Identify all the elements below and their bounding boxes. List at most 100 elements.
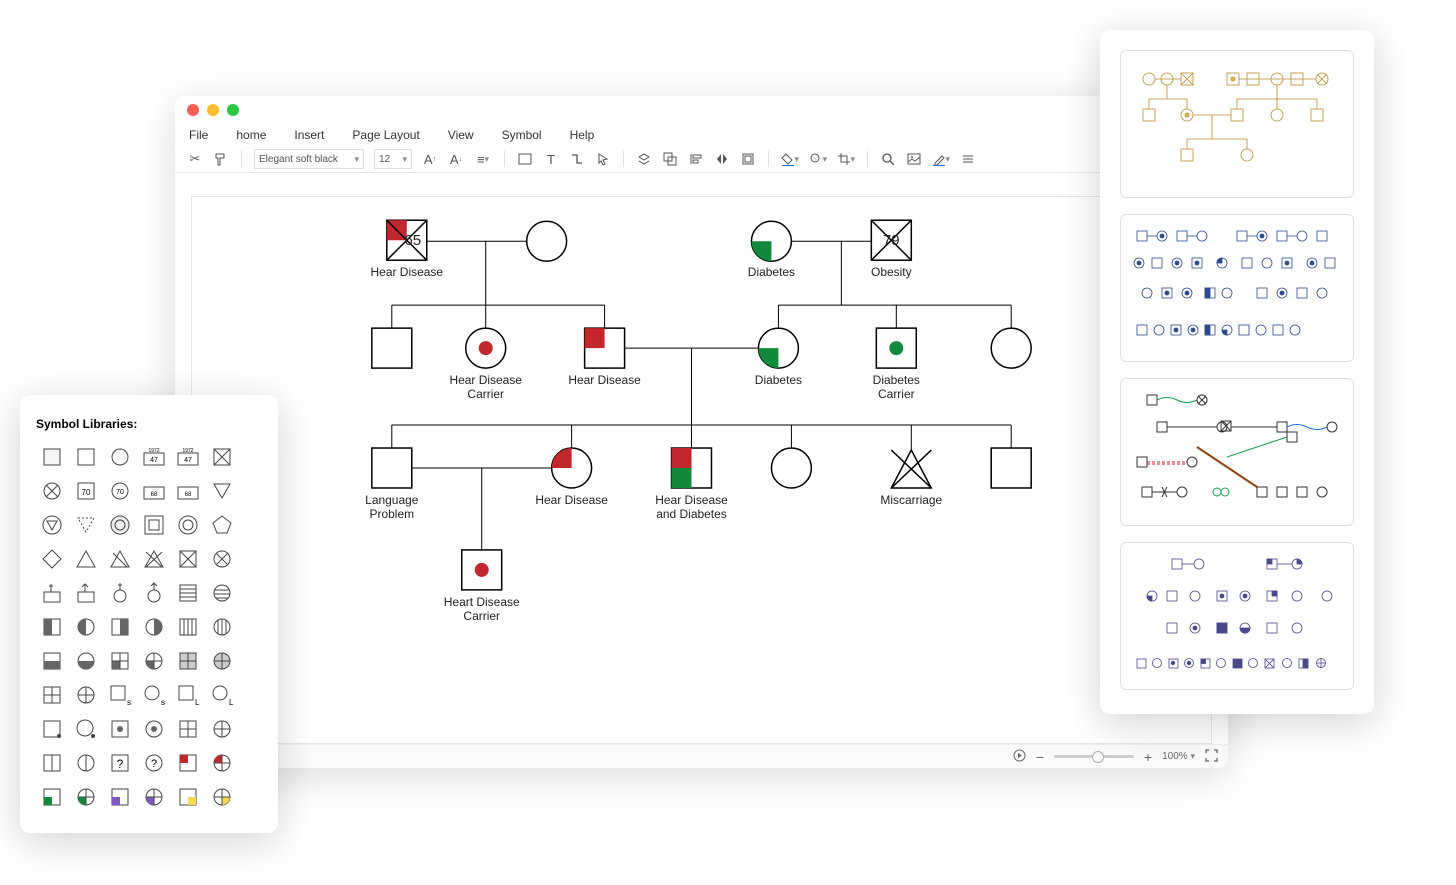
symbol-hatch-sq-2[interactable]: [172, 611, 204, 643]
menu-file[interactable]: File: [189, 128, 208, 142]
symbol-half-sq-l[interactable]: [36, 611, 68, 643]
search-icon[interactable]: [880, 151, 896, 167]
flip-icon[interactable]: [714, 151, 730, 167]
node-hear-disease-carrier-1[interactable]: Hear Disease Carrier: [449, 328, 522, 401]
layers-icon[interactable]: [636, 151, 652, 167]
pen-color-icon[interactable]: ▾: [932, 151, 950, 167]
symbol-sq-arrow-a[interactable]: [36, 577, 68, 609]
cut-icon[interactable]: ✂: [187, 151, 203, 167]
node-hear-disease-2[interactable]: Hear Disease: [568, 328, 641, 387]
symbol-half-sq-r[interactable]: [104, 611, 136, 643]
symbol-half-sq-b[interactable]: [36, 645, 68, 677]
node-obesity-79[interactable]: 79 Obesity: [871, 220, 912, 279]
fullscreen-icon[interactable]: [1205, 749, 1218, 765]
fill-color-icon[interactable]: ▾: [781, 151, 799, 167]
symbol-yellow-br-sq[interactable]: [172, 781, 204, 813]
symbol-double-circle-2[interactable]: [172, 509, 204, 541]
symbol-green-bl-c[interactable]: [70, 781, 102, 813]
menu-page-layout[interactable]: Page Layout: [352, 128, 419, 142]
symbol-green-bl-sq[interactable]: [36, 781, 68, 813]
node-female-3[interactable]: [771, 448, 811, 488]
symbol-window[interactable]: [172, 713, 204, 745]
align-icon[interactable]: ≡ ▾: [474, 151, 492, 167]
symbol-question-c[interactable]: ?: [138, 747, 170, 779]
symbol-c-dot[interactable]: [70, 713, 102, 745]
image-icon[interactable]: [906, 151, 922, 167]
node-male-2a[interactable]: [372, 328, 412, 368]
menu-view[interactable]: View: [448, 128, 474, 142]
symbol-hatch-c[interactable]: [206, 577, 238, 609]
group-icon[interactable]: [662, 151, 678, 167]
symbol-male[interactable]: [36, 441, 68, 473]
symbol-double-circle[interactable]: [104, 509, 136, 541]
text-tool-icon[interactable]: T: [543, 151, 559, 167]
symbol-red-tl-sq[interactable]: [172, 747, 204, 779]
symbol-hatch-c-2[interactable]: [206, 611, 238, 643]
format-painter-icon[interactable]: [213, 151, 229, 167]
symbol-purple-bl-c[interactable]: [138, 781, 170, 813]
symbol-vsplit-sq[interactable]: [36, 747, 68, 779]
zoom-value[interactable]: 100% ▾: [1162, 751, 1195, 762]
symbol-date-47b[interactable]: 197247: [172, 441, 204, 473]
symbol-carrier-c[interactable]: [138, 713, 170, 745]
symbol-pie-4[interactable]: [206, 713, 238, 745]
rectangle-tool-icon[interactable]: [517, 151, 533, 167]
close-button[interactable]: [187, 104, 199, 116]
template-4[interactable]: [1120, 542, 1354, 690]
symbol-male-outline[interactable]: [70, 441, 102, 473]
symbol-red-tl-c[interactable]: [206, 747, 238, 779]
menu-help[interactable]: Help: [570, 128, 595, 142]
symbol-question-sq[interactable]: ?: [104, 747, 136, 779]
symbol-hatch-sq[interactable]: [172, 577, 204, 609]
symbol-date-68a[interactable]: 68: [138, 475, 170, 507]
symbol-tri-in-circle[interactable]: [36, 509, 68, 541]
symbol-sq-arrow-b[interactable]: [70, 577, 102, 609]
symbol-sq-s[interactable]: s: [104, 679, 136, 711]
symbol-triangle-slash[interactable]: [104, 543, 136, 575]
connector-tool-icon[interactable]: [569, 151, 585, 167]
font-increase-icon[interactable]: A↑: [422, 151, 438, 167]
symbol-triangle-x[interactable]: [138, 543, 170, 575]
symbol-triangle-down[interactable]: [206, 475, 238, 507]
symbol-double-square[interactable]: [138, 509, 170, 541]
symbol-deceased-x[interactable]: [206, 441, 238, 473]
menu-home[interactable]: home: [236, 128, 266, 142]
zoom-slider[interactable]: [1054, 755, 1134, 758]
symbol-cross-c[interactable]: [70, 679, 102, 711]
node-hear-disease-3[interactable]: Hear Disease: [535, 448, 608, 507]
symbol-tri-dashed[interactable]: [70, 509, 102, 541]
symbol-diamond[interactable]: [36, 543, 68, 575]
template-2[interactable]: [1120, 214, 1354, 362]
symbol-circle-x-2[interactable]: [206, 543, 238, 575]
crop-icon[interactable]: ▾: [837, 151, 855, 167]
node-female-2b[interactable]: [991, 328, 1031, 368]
symbol-yellow-br-c[interactable]: [206, 781, 238, 813]
node-male-3b[interactable]: [991, 448, 1031, 488]
zoom-out-icon[interactable]: −: [1036, 749, 1044, 765]
menu-symbol[interactable]: Symbol: [502, 128, 542, 142]
maximize-button[interactable]: [227, 104, 239, 116]
font-decrease-icon[interactable]: A↓: [448, 151, 464, 167]
minimize-button[interactable]: [207, 104, 219, 116]
symbol-quad-sq-bl[interactable]: [104, 645, 136, 677]
node-diabetes-2[interactable]: Diabetes: [755, 328, 802, 387]
node-heart-disease-carrier[interactable]: Heart Disease Carrier: [444, 550, 520, 623]
symbol-purple-bl-sq[interactable]: [104, 781, 136, 813]
frame-icon[interactable]: [740, 151, 756, 167]
play-icon[interactable]: [1013, 749, 1026, 765]
symbol-age-70-c[interactable]: 70: [104, 475, 136, 507]
symbol-sq-l[interactable]: L: [172, 679, 204, 711]
pointer-tool-icon[interactable]: [595, 151, 611, 167]
zoom-in-icon[interactable]: +: [1144, 749, 1152, 765]
node-language-problem[interactable]: Language Problem: [365, 448, 419, 521]
symbol-pentagon[interactable]: [206, 509, 238, 541]
node-diabetes-carrier[interactable]: Diabetes Carrier: [873, 328, 920, 401]
symbol-vsplit-c[interactable]: [70, 747, 102, 779]
node-diabetes-1[interactable]: Diabetes: [748, 221, 795, 279]
symbol-cross-sq[interactable]: [36, 679, 68, 711]
symbol-c-s[interactable]: s: [138, 679, 170, 711]
shadow-icon[interactable]: ▾: [809, 151, 827, 167]
symbol-c-l[interactable]: L: [206, 679, 238, 711]
symbol-date-68b[interactable]: 68: [172, 475, 204, 507]
symbol-carrier-sq[interactable]: [104, 713, 136, 745]
